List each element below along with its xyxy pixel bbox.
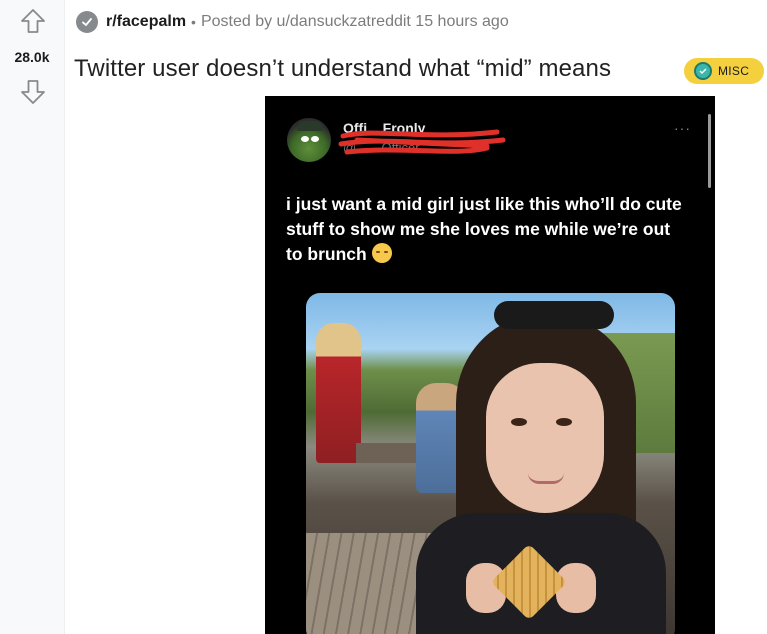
- pensive-face-icon: [371, 243, 392, 263]
- upvote-button[interactable]: [18, 6, 48, 36]
- more-options-icon: ···: [674, 120, 691, 136]
- vote-count: 28.0k: [14, 49, 50, 65]
- posted-by-text[interactable]: Posted by u/dansuckzatreddit 15 hours ag…: [201, 13, 509, 31]
- tweet-avatar: [287, 118, 331, 162]
- post-meta: r/facepalm • Posted by u/dansuckzatreddi…: [76, 10, 509, 34]
- flair-badge-icon: [694, 62, 712, 80]
- redaction-scribble: [338, 129, 506, 155]
- subreddit-link[interactable]: r/facepalm: [106, 13, 186, 31]
- tweet-text-body: i just want a mid girl just like this wh…: [286, 194, 682, 264]
- downvote-button[interactable]: [18, 77, 48, 107]
- flair-label: MISC: [718, 64, 750, 78]
- tweet-text: i just want a mid girl just like this wh…: [286, 192, 686, 267]
- scrollbar-indicator: [708, 114, 711, 188]
- subreddit-avatar[interactable]: [76, 11, 98, 33]
- meta-separator: •: [191, 14, 196, 30]
- post-image[interactable]: ··· Offi... Fronly @.......Officer i jus…: [265, 96, 715, 634]
- arrow-down-icon: [21, 80, 45, 104]
- checkmark-icon: [82, 18, 92, 27]
- arrow-up-icon: [21, 9, 45, 33]
- tweet-photo: [306, 293, 675, 634]
- post-flair[interactable]: MISC: [684, 58, 764, 84]
- post-title[interactable]: Twitter user doesn’t understand what “mi…: [74, 55, 611, 83]
- vote-column: 28.0k: [0, 0, 65, 634]
